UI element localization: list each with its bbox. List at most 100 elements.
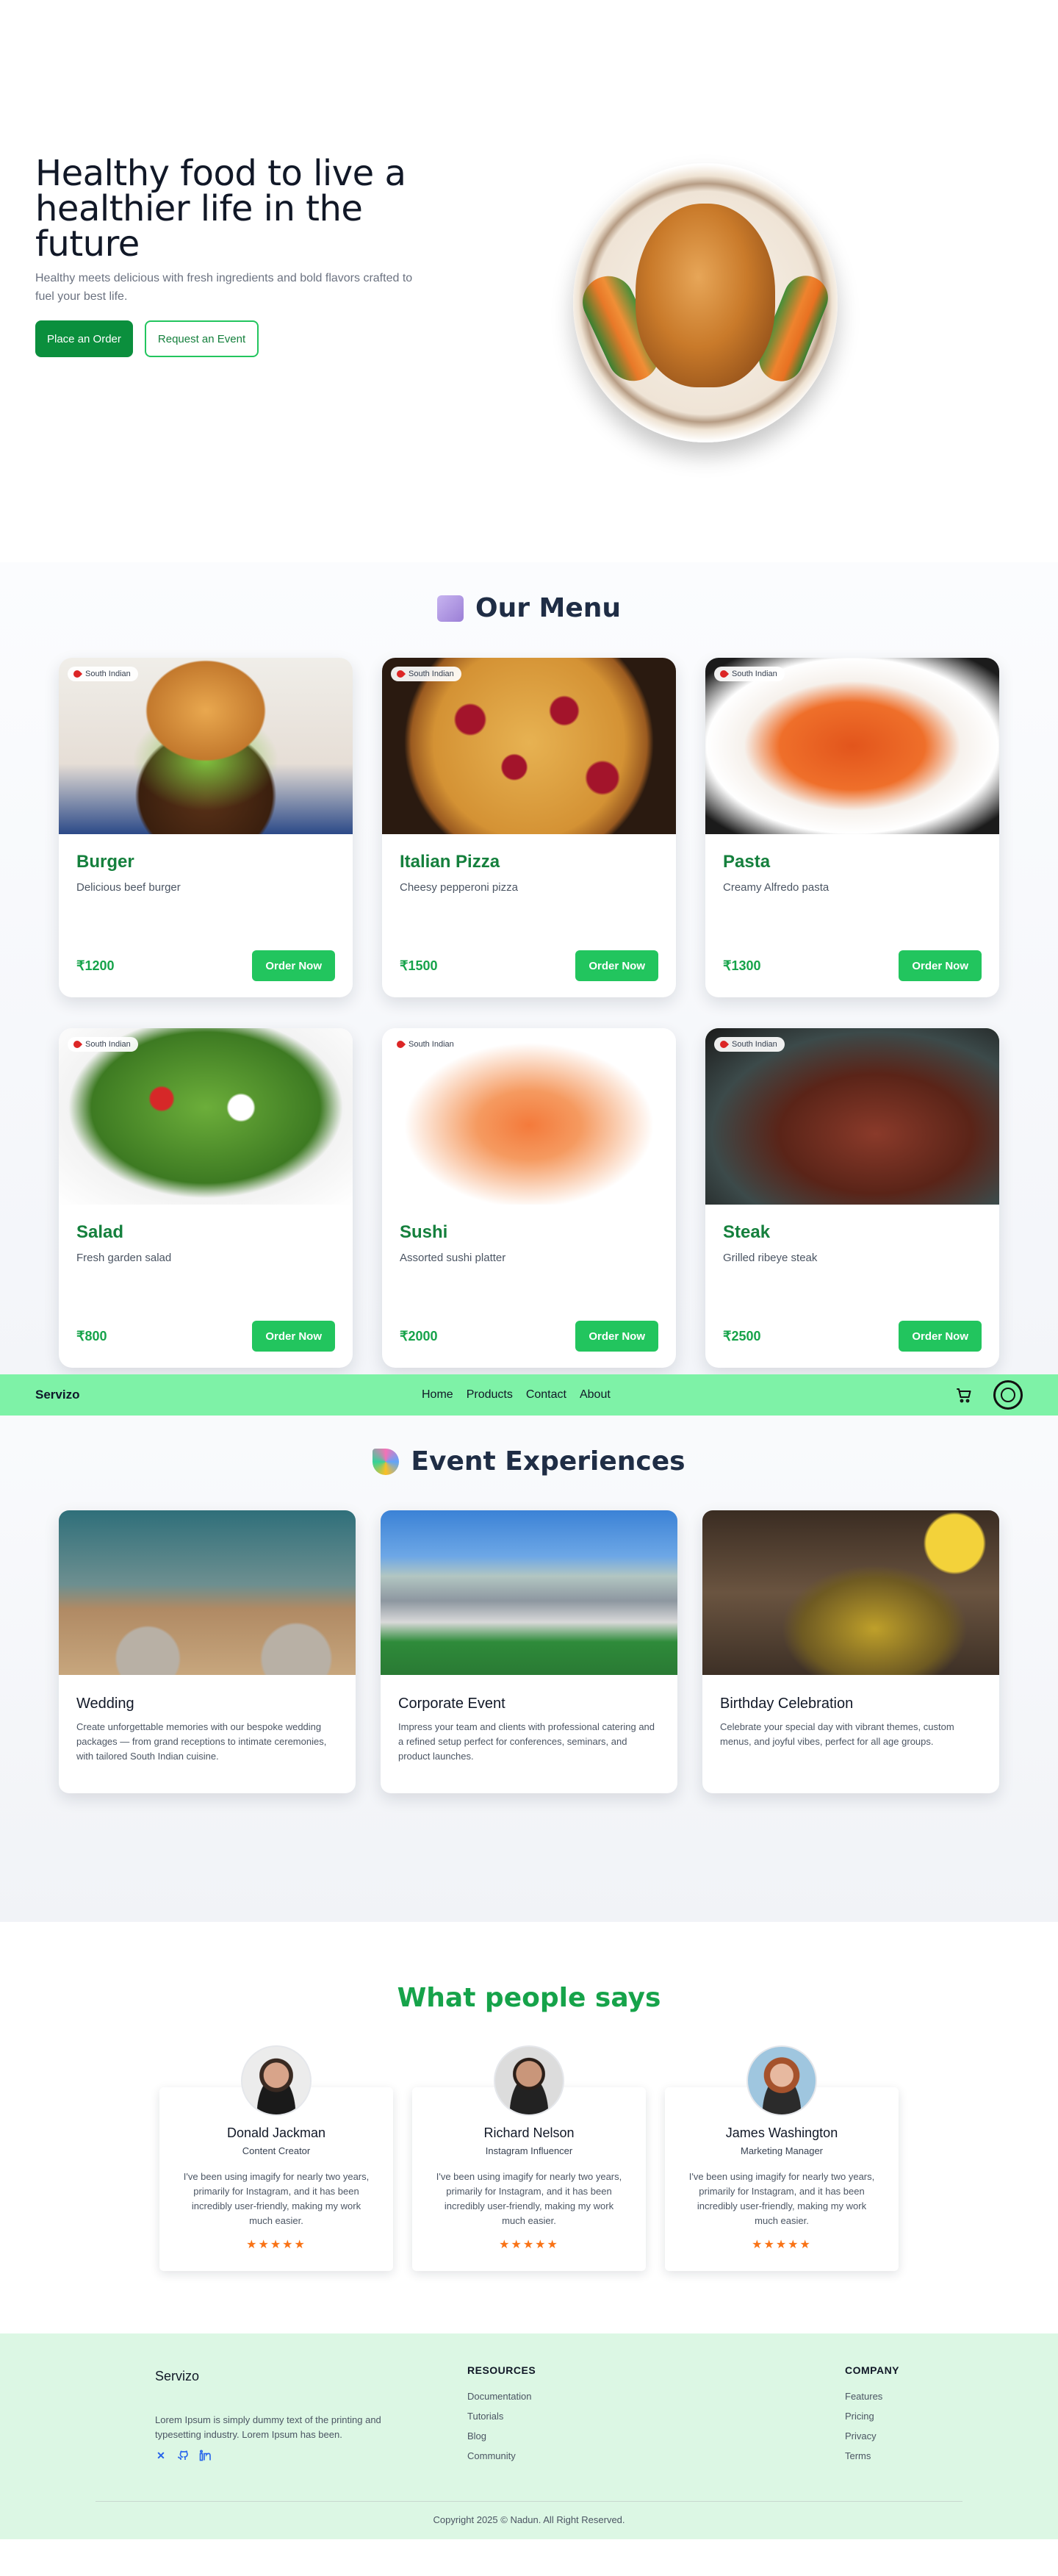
event-card[interactable]: Corporate Event Impress your team and cl… [381, 1510, 677, 1793]
event-grid: Wedding Create unforgettable memories wi… [59, 1510, 999, 1793]
hero-title: Healthy food to live a healthier life in… [35, 153, 406, 265]
testimonial-role: Content Creator [242, 2145, 311, 2156]
testimonials-title: What people says [397, 1983, 661, 2013]
menu-title: Our Menu [0, 593, 1058, 623]
order-now-button[interactable]: Order Now [252, 950, 335, 981]
menu-item-price: ₹1200 [76, 958, 115, 973]
chili-icon [395, 1038, 406, 1050]
testimonial-quote: I've been using imagify for nearly two y… [183, 2171, 370, 2226]
footer: Servizo Lorem Ipsum is simply dummy text… [0, 2333, 1058, 2539]
event-card[interactable]: Wedding Create unforgettable memories wi… [59, 1510, 356, 1793]
cuisine-tag: South Indian [714, 1037, 785, 1052]
nav-home-link[interactable]: Home [422, 1388, 453, 1402]
cuisine-tag: South Indian [68, 667, 138, 681]
event-desc: Impress your team and clients with profe… [398, 1721, 655, 1762]
testimonial-name: Donald Jackman [226, 2125, 326, 2140]
testimonial-role: Instagram Influencer [485, 2145, 573, 2156]
cuisine-tag: South Indian [391, 1037, 461, 1052]
hero-text: Healthy food to live a healthier life in… [35, 156, 417, 357]
event-desc: Celebrate your special day with vibrant … [720, 1721, 954, 1747]
star-rating: ★★★★★ [499, 2239, 559, 2251]
cart-icon[interactable] [955, 1386, 973, 1404]
menu-card: South Indian Steak Grilled ribeye steak … [705, 1028, 999, 1368]
menu-card: South Indian Sushi Assorted sushi platte… [382, 1028, 676, 1368]
x-icon[interactable]: ✕ [155, 2450, 167, 2461]
order-now-button[interactable]: Order Now [575, 950, 658, 981]
event-name: Wedding [76, 1696, 134, 1712]
events-title-text: Event Experiences [411, 1446, 685, 1477]
nav-contact-link[interactable]: Contact [526, 1388, 566, 1402]
menu-item-name: Pasta [723, 852, 771, 872]
order-now-button[interactable]: Order Now [899, 1321, 982, 1352]
menu-item-price: ₹2500 [723, 1328, 761, 1343]
menu-item-desc: Creamy Alfredo pasta [723, 881, 830, 894]
github-icon[interactable] [177, 2450, 189, 2461]
wedding-image [59, 1510, 356, 1675]
hero-section: Healthy food to live a healthier life in… [0, 0, 1058, 562]
footer-company: COMPANY Features Pricing Privacy Terms [845, 2364, 899, 2470]
footer-link-community[interactable]: Community [467, 2450, 536, 2461]
footer-link-documentation[interactable]: Documentation [467, 2391, 536, 2402]
steak-image: South Indian [705, 1028, 999, 1205]
testimonial-card: James Washington Marketing Manager I've … [665, 2045, 899, 2271]
footer-link-features[interactable]: Features [845, 2391, 899, 2402]
event-desc: Create unforgettable memories with our b… [76, 1721, 327, 1762]
testimonial-name: James Washington [725, 2125, 838, 2140]
footer-about: Lorem Ipsum is simply dummy text of the … [155, 2414, 381, 2440]
footer-link-pricing[interactable]: Pricing [845, 2411, 899, 2422]
testimonial-quote: I've been using imagify for nearly two y… [688, 2171, 875, 2226]
menu-item-price: ₹2000 [400, 1328, 438, 1343]
menu-item-name: Sushi [400, 1222, 448, 1242]
pizza-image: South Indian [382, 658, 676, 834]
company-heading: COMPANY [845, 2364, 900, 2376]
linkedin-icon[interactable] [199, 2450, 211, 2461]
menu-item-desc: Delicious beef burger [76, 881, 181, 894]
nav-products-link[interactable]: Products [467, 1388, 513, 1402]
order-now-button[interactable]: Order Now [575, 1321, 658, 1352]
testimonial-card: Richard Nelson Instagram Influencer I've… [412, 2045, 646, 2271]
cuisine-tag: South Indian [391, 667, 461, 681]
copyright: Copyright 2025 © Nadun. All Right Reserv… [433, 2514, 625, 2525]
menu-item-price: ₹1300 [723, 958, 761, 973]
cuisine-tag: South Indian [68, 1037, 138, 1052]
nav-about-link[interactable]: About [580, 1388, 611, 1402]
footer-link-terms[interactable]: Terms [845, 2450, 899, 2461]
footer-link-privacy[interactable]: Privacy [845, 2430, 899, 2442]
nav-links: Home Products Contact About [422, 1388, 611, 1402]
menu-section: Our Menu South Indian Burger Delicious b… [0, 562, 1058, 1374]
menu-item-desc: Fresh garden salad [76, 1252, 172, 1264]
menu-card: South Indian Salad Fresh garden salad ₹8… [59, 1028, 353, 1368]
order-now-button[interactable]: Order Now [252, 1321, 335, 1352]
testimonial-name: Richard Nelson [483, 2125, 575, 2140]
event-name: Birthday Celebration [720, 1696, 854, 1712]
menu-item-name: Steak [723, 1222, 771, 1242]
chili-icon [718, 668, 730, 680]
events-title: Event Experiences [0, 1446, 1058, 1477]
menu-card: South Indian Burger Delicious beef burge… [59, 658, 353, 997]
avatar [746, 2045, 817, 2116]
cuisine-tag: South Indian [714, 667, 785, 681]
testimonial-card: Donald Jackman Content Creator I've been… [159, 2045, 393, 2271]
footer-link-blog[interactable]: Blog [467, 2430, 536, 2442]
cuisine-tag-label: South Indian [85, 670, 131, 678]
brand-logo[interactable]: Servizo [35, 1388, 79, 1402]
event-name: Corporate Event [398, 1696, 505, 1712]
menu-item-name: Italian Pizza [400, 852, 500, 872]
hero-actions: Place an Order Request an Event [35, 320, 417, 357]
menu-icon [436, 595, 464, 622]
sushi-image: South Indian [382, 1028, 676, 1205]
party-popper-icon [373, 1448, 400, 1475]
place-order-button[interactable]: Place an Order [35, 320, 133, 357]
event-card[interactable]: Birthday Celebration Celebrate your spec… [702, 1510, 999, 1793]
request-event-button[interactable]: Request an Event [144, 320, 259, 357]
chili-icon [71, 1038, 83, 1050]
social-links: ✕ [155, 2450, 211, 2461]
order-now-button[interactable]: Order Now [899, 950, 982, 981]
footer-link-tutorials[interactable]: Tutorials [467, 2411, 536, 2422]
burger-image: South Indian [59, 658, 353, 834]
star-rating: ★★★★★ [752, 2239, 812, 2251]
avatar [494, 2045, 564, 2116]
user-account-icon[interactable] [993, 1380, 1023, 1410]
menu-card: South Indian Pasta Creamy Alfredo pasta … [705, 658, 999, 997]
hero-food-image [573, 163, 838, 442]
